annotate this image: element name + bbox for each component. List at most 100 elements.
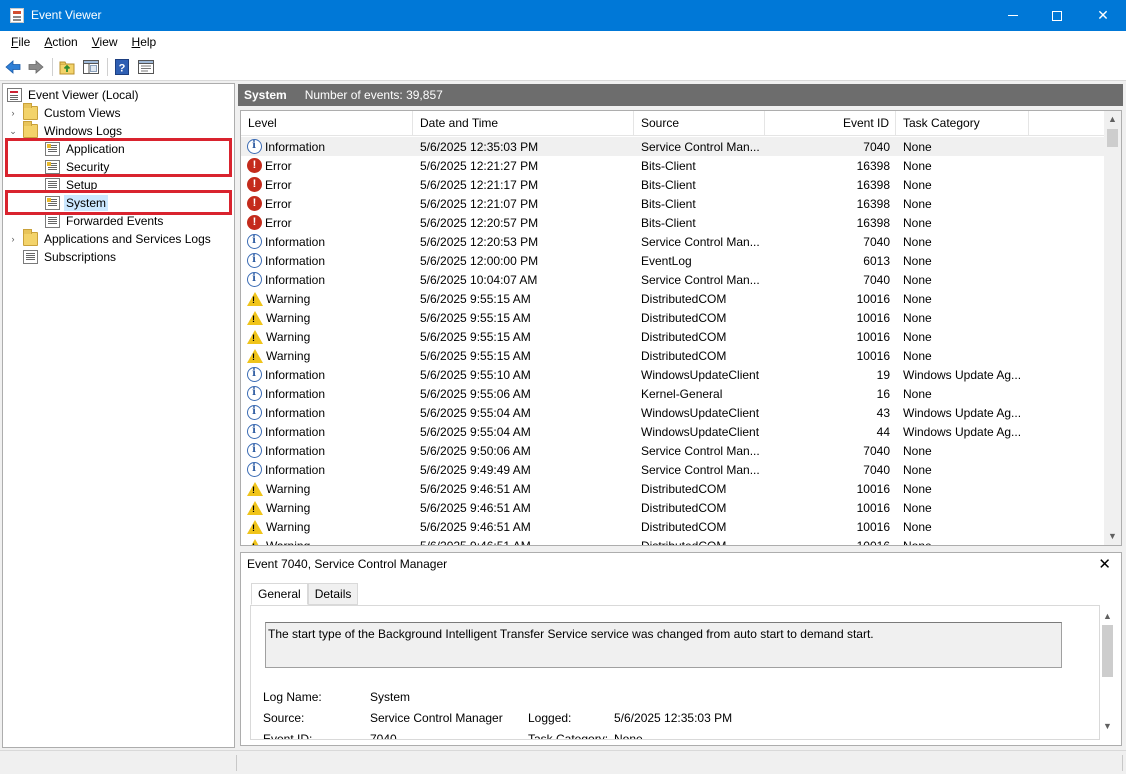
tab-general[interactable]: General bbox=[251, 583, 308, 605]
event-list: Level Date and Time Source Event ID Task… bbox=[240, 110, 1122, 546]
date-cell: 5/6/2025 9:55:15 AM bbox=[413, 349, 634, 363]
table-row[interactable]: Warning5/6/2025 9:55:15 AMDistributedCOM… bbox=[241, 308, 1106, 327]
menu-help-label: elp bbox=[140, 35, 156, 49]
collapse-chevron-icon[interactable]: ⌄ bbox=[7, 126, 19, 137]
menu-view[interactable]: View bbox=[85, 35, 125, 49]
table-row[interactable]: Warning5/6/2025 9:55:15 AMDistributedCOM… bbox=[241, 289, 1106, 308]
log-header-bar: System Number of events: 39,857 bbox=[238, 84, 1123, 106]
level-cell: Information bbox=[241, 443, 413, 458]
log-name-value: System bbox=[370, 690, 410, 704]
tree-item-subscriptions[interactable]: Subscriptions bbox=[23, 248, 118, 266]
table-row[interactable]: Error5/6/2025 12:21:27 PMBits-Client1639… bbox=[241, 156, 1106, 175]
task-category-cell: None bbox=[896, 197, 1029, 211]
level-text: Error bbox=[265, 159, 292, 173]
tree-item-custom-views[interactable]: › Custom Views bbox=[7, 104, 122, 122]
event-id-cell: 10016 bbox=[765, 520, 896, 534]
maximize-button[interactable] bbox=[1034, 0, 1080, 31]
level-text: Warning bbox=[266, 501, 310, 515]
column-header-source[interactable]: Source bbox=[634, 111, 765, 136]
highlight-box-system bbox=[5, 190, 232, 215]
scrollbar-thumb[interactable] bbox=[1107, 129, 1118, 147]
properties-icon[interactable] bbox=[137, 58, 155, 76]
up-folder-icon[interactable] bbox=[58, 58, 76, 76]
menu-help[interactable]: Help bbox=[125, 35, 164, 49]
column-header-level[interactable]: Level bbox=[241, 111, 413, 136]
task-category-value: None bbox=[614, 732, 643, 740]
table-row[interactable]: Warning5/6/2025 9:46:51 AMDistributedCOM… bbox=[241, 517, 1106, 536]
date-cell: 5/6/2025 12:20:53 PM bbox=[413, 235, 634, 249]
table-row[interactable]: Information5/6/2025 9:49:49 AMService Co… bbox=[241, 460, 1106, 479]
table-row[interactable]: Information5/6/2025 9:55:04 AMWindowsUpd… bbox=[241, 403, 1106, 422]
scroll-down-arrow-icon[interactable]: ▼ bbox=[1104, 528, 1121, 545]
table-row[interactable]: Warning5/6/2025 9:46:51 AMDistributedCOM… bbox=[241, 479, 1106, 498]
task-category-cell: Windows Update Ag... bbox=[896, 425, 1029, 439]
table-row[interactable]: Error5/6/2025 12:21:17 PMBits-Client1639… bbox=[241, 175, 1106, 194]
menu-help-mnemonic: H bbox=[132, 35, 141, 49]
table-row[interactable]: Warning5/6/2025 9:55:15 AMDistributedCOM… bbox=[241, 346, 1106, 365]
table-row[interactable]: Information5/6/2025 10:04:07 AMService C… bbox=[241, 270, 1106, 289]
general-tab-panel: The start type of the Background Intelli… bbox=[250, 605, 1100, 740]
menu-view-mnemonic: V bbox=[92, 35, 100, 49]
level-cell: Information bbox=[241, 272, 413, 287]
show-hide-tree-icon[interactable] bbox=[82, 58, 100, 76]
scroll-up-arrow-icon[interactable]: ▲ bbox=[1104, 111, 1121, 128]
table-row[interactable]: Warning5/6/2025 9:46:51 AMDistributedCOM… bbox=[241, 536, 1106, 546]
event-viewer-app-icon bbox=[10, 8, 24, 23]
level-text: Error bbox=[265, 197, 292, 211]
table-row[interactable]: Error5/6/2025 12:21:07 PMBits-Client1639… bbox=[241, 194, 1106, 213]
warning-icon bbox=[247, 482, 263, 496]
minimize-button[interactable] bbox=[990, 0, 1036, 31]
table-row[interactable]: Information5/6/2025 12:35:03 PMService C… bbox=[241, 137, 1106, 156]
column-header-date[interactable]: Date and Time bbox=[413, 111, 634, 136]
scrollbar-thumb[interactable] bbox=[1102, 625, 1113, 677]
close-window-button[interactable]: ✕ bbox=[1080, 0, 1126, 31]
scroll-down-arrow-icon[interactable]: ▼ bbox=[1100, 719, 1115, 733]
level-text: Information bbox=[265, 463, 325, 477]
menu-file[interactable]: File bbox=[4, 35, 37, 49]
back-arrow-icon[interactable] bbox=[4, 58, 22, 76]
source-cell: WindowsUpdateClient bbox=[634, 406, 765, 420]
status-separator bbox=[1122, 755, 1123, 771]
event-detail-title: Event 7040, Service Control Manager bbox=[247, 557, 447, 571]
detail-scrollbar[interactable]: ▲ ▼ bbox=[1100, 609, 1115, 733]
table-row[interactable]: Information5/6/2025 9:55:10 AMWindowsUpd… bbox=[241, 365, 1106, 384]
table-row[interactable]: Error5/6/2025 12:20:57 PMBits-Client1639… bbox=[241, 213, 1106, 232]
level-cell: Information bbox=[241, 139, 413, 154]
date-cell: 5/6/2025 9:55:10 AM bbox=[413, 368, 634, 382]
event-id-cell: 16398 bbox=[765, 197, 896, 211]
expand-chevron-icon[interactable]: › bbox=[7, 108, 19, 118]
information-icon bbox=[247, 139, 262, 154]
tab-details[interactable]: Details bbox=[308, 583, 359, 605]
date-cell: 5/6/2025 9:46:51 AM bbox=[413, 520, 634, 534]
event-id-cell: 10016 bbox=[765, 539, 896, 547]
forward-arrow-icon[interactable] bbox=[27, 58, 45, 76]
event-id-cell: 19 bbox=[765, 368, 896, 382]
task-category-cell: Windows Update Ag... bbox=[896, 406, 1029, 420]
column-header-task-category[interactable]: Task Category bbox=[896, 111, 1029, 136]
table-row[interactable]: Information5/6/2025 9:55:04 AMWindowsUpd… bbox=[241, 422, 1106, 441]
warning-icon bbox=[247, 349, 263, 363]
close-icon[interactable]: ✕ bbox=[1098, 555, 1111, 573]
warning-icon bbox=[247, 501, 263, 515]
expand-chevron-icon[interactable]: › bbox=[7, 234, 19, 244]
warning-icon bbox=[247, 539, 263, 547]
table-row[interactable]: Information5/6/2025 12:00:00 PMEventLog6… bbox=[241, 251, 1106, 270]
table-row[interactable]: Information5/6/2025 9:55:06 AMKernel-Gen… bbox=[241, 384, 1106, 403]
maximize-icon bbox=[1052, 11, 1062, 21]
menu-action[interactable]: Action bbox=[37, 35, 84, 49]
folder-icon bbox=[23, 106, 38, 120]
table-row[interactable]: Warning5/6/2025 9:55:15 AMDistributedCOM… bbox=[241, 327, 1106, 346]
tree-item-event-viewer-local[interactable]: Event Viewer (Local) bbox=[7, 86, 141, 104]
source-value: Service Control Manager bbox=[370, 711, 503, 725]
column-header-event-id[interactable]: Event ID bbox=[765, 111, 896, 136]
event-list-scrollbar[interactable]: ▲ ▼ bbox=[1104, 111, 1121, 545]
tree-item-applications-and-services-logs[interactable]: › Applications and Services Logs bbox=[7, 230, 213, 248]
table-row[interactable]: Information5/6/2025 12:20:53 PMService C… bbox=[241, 232, 1106, 251]
table-row[interactable]: Warning5/6/2025 9:46:51 AMDistributedCOM… bbox=[241, 498, 1106, 517]
date-cell: 5/6/2025 10:04:07 AM bbox=[413, 273, 634, 287]
help-icon[interactable]: ? bbox=[113, 58, 131, 76]
table-row[interactable]: Information5/6/2025 9:50:06 AMService Co… bbox=[241, 441, 1106, 460]
date-cell: 5/6/2025 9:50:06 AM bbox=[413, 444, 634, 458]
scroll-up-arrow-icon[interactable]: ▲ bbox=[1100, 609, 1115, 623]
event-id-cell: 43 bbox=[765, 406, 896, 420]
